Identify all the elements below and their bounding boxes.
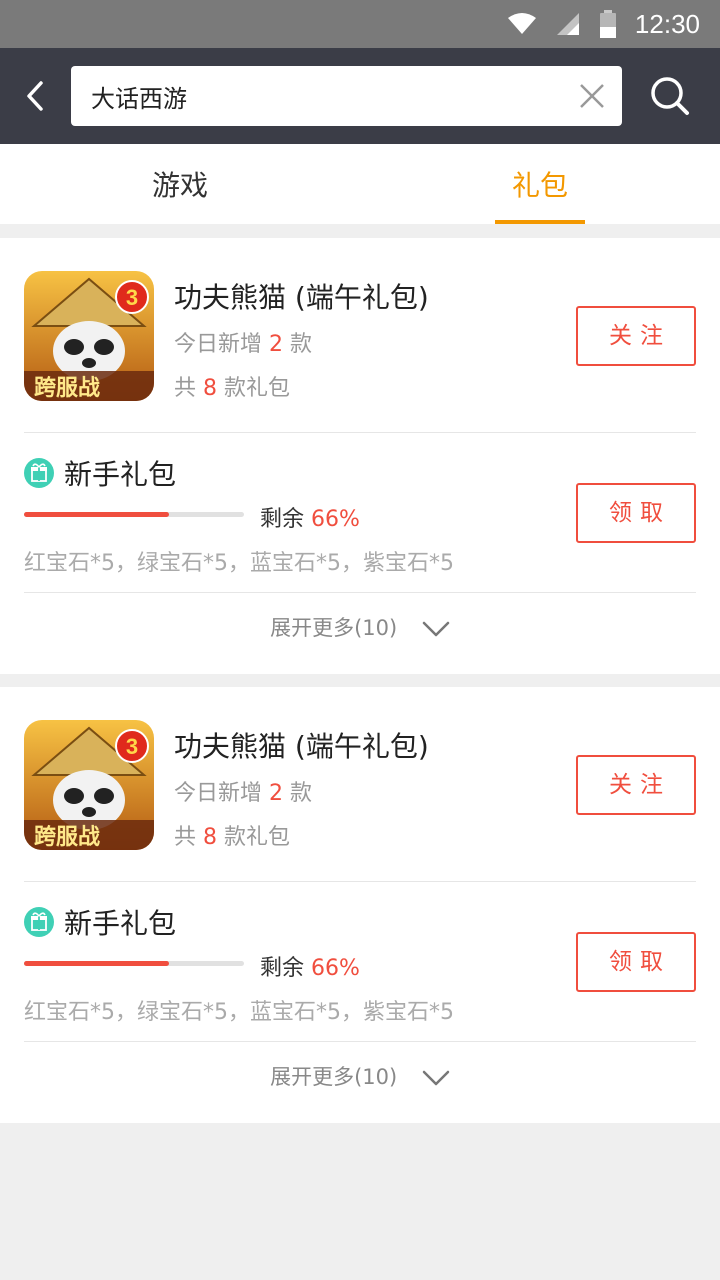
total-gifts: 共 8 款礼包 — [174, 825, 291, 850]
svg-text:3: 3 — [126, 734, 138, 759]
divider — [24, 592, 696, 593]
tab-gifts[interactable]: 礼包 — [450, 144, 630, 224]
clear-search-button[interactable] — [562, 66, 622, 126]
remaining-percent: 66% — [311, 507, 360, 532]
panda-game-art: 3 跨服战 — [24, 720, 154, 850]
gift-name: 新手礼包 — [64, 907, 177, 940]
clock: 12:30 — [634, 8, 700, 39]
tab-bar: 游戏 礼包 — [0, 144, 720, 224]
back-button[interactable] — [0, 48, 70, 144]
game-title[interactable]: 功夫熊猫 (端午礼包) — [174, 276, 429, 316]
search-icon — [651, 77, 689, 115]
remaining-progress-fill — [24, 512, 170, 517]
remaining-progress — [24, 512, 244, 517]
expand-more-label: 展开更多(10) — [270, 1065, 398, 1089]
status-bar: 12:30 — [0, 0, 720, 48]
today-new: 今日新增 2 款 — [174, 332, 313, 357]
claim-button[interactable]: 领取 — [576, 483, 696, 543]
divider — [24, 1041, 696, 1042]
divider — [24, 881, 696, 882]
gift-contents: 红宝石*5，绿宝石*5，蓝宝石*5，紫宝石*5 — [24, 551, 454, 576]
expand-more-button[interactable]: 展开更多(10) — [0, 612, 720, 642]
total-gifts: 共 8 款礼包 — [174, 376, 291, 401]
svg-text:跨服战: 跨服战 — [34, 376, 100, 401]
search-header: 大话西游 — [0, 48, 720, 144]
close-icon — [580, 84, 604, 108]
gift-icon — [24, 907, 54, 937]
total-count: 8 — [203, 825, 218, 850]
today-new: 今日新增 2 款 — [174, 781, 313, 806]
gift-card: 3 跨服战 功夫熊猫 (端午礼包) 今日新增 2 款 共 8 款礼包 关注 新手… — [0, 687, 720, 1123]
svg-text:跨服战: 跨服战 — [34, 825, 100, 850]
remaining-progress-fill — [24, 961, 170, 966]
expand-more-label: 展开更多(10) — [270, 616, 398, 640]
chevron-down-icon — [422, 1070, 450, 1086]
follow-button[interactable]: 关注 — [576, 755, 696, 815]
total-count: 8 — [203, 376, 218, 401]
search-input[interactable]: 大话西游 — [71, 66, 622, 126]
gift-name: 新手礼包 — [64, 458, 177, 491]
gift-contents: 红宝石*5，绿宝石*5，蓝宝石*5，紫宝石*5 — [24, 1000, 454, 1025]
search-query: 大话西游 — [91, 84, 187, 113]
expand-more-button[interactable]: 展开更多(10) — [0, 1061, 720, 1091]
remaining-text: 剩余 66% — [260, 507, 360, 532]
panda-game-art: 3 跨服战 — [24, 271, 154, 401]
signal-icon — [556, 13, 579, 35]
chevron-down-icon — [422, 621, 450, 637]
game-icon[interactable]: 3 跨服战 — [24, 720, 154, 850]
divider — [24, 432, 696, 433]
remaining-percent: 66% — [311, 956, 360, 981]
battery-icon — [599, 10, 616, 38]
today-new-count: 2 — [269, 332, 284, 357]
tab-games[interactable]: 游戏 — [90, 144, 270, 224]
today-new-count: 2 — [269, 781, 284, 806]
claim-button[interactable]: 领取 — [576, 932, 696, 992]
search-button[interactable] — [640, 66, 700, 126]
svg-text:3: 3 — [126, 285, 138, 310]
follow-button[interactable]: 关注 — [576, 306, 696, 366]
back-arrow-icon — [27, 81, 43, 111]
active-tab-indicator — [495, 220, 585, 224]
gift-card: 3 跨服战 功夫熊猫 (端午礼包) 今日新增 2 款 共 8 款礼包 关注 新手… — [0, 238, 720, 674]
gift-icon — [24, 458, 54, 488]
wifi-icon — [507, 13, 536, 34]
remaining-progress — [24, 961, 244, 966]
game-title[interactable]: 功夫熊猫 (端午礼包) — [174, 725, 429, 765]
game-icon[interactable]: 3 跨服战 — [24, 271, 154, 401]
remaining-text: 剩余 66% — [260, 956, 360, 981]
